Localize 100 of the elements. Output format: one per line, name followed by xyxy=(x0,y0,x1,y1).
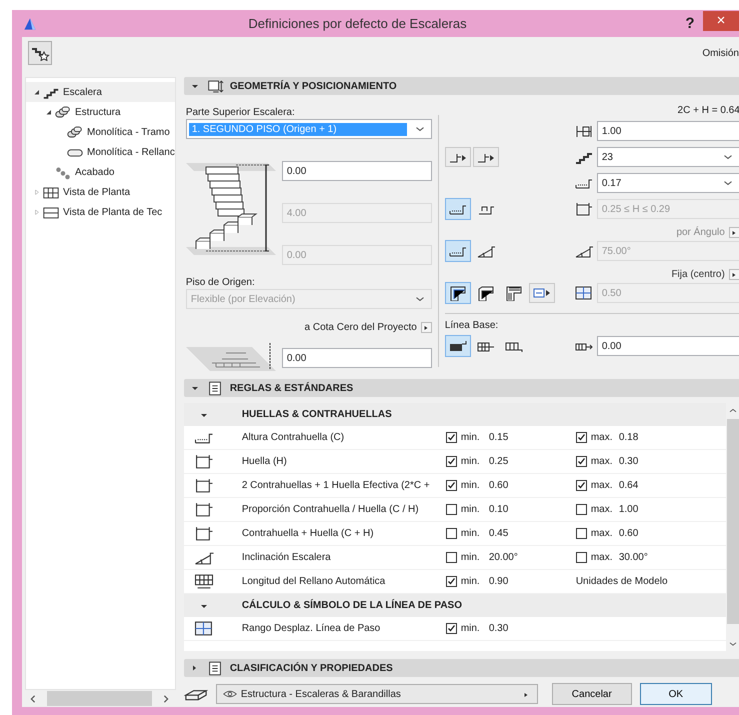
field-label: Línea Base: xyxy=(444,320,500,333)
preset-label: Omisión xyxy=(702,48,739,58)
cancel-button[interactable]: Cancelar xyxy=(552,683,632,705)
checkbox[interactable] xyxy=(576,432,587,443)
checkbox[interactable] xyxy=(576,504,587,515)
step-icon xyxy=(574,201,594,217)
tree-item[interactable]: Vista de Planta de Tec xyxy=(26,202,175,222)
arrow-button[interactable] xyxy=(728,226,739,238)
limit-value: 0.30 xyxy=(488,623,508,634)
close-button[interactable]: × xyxy=(703,10,739,30)
limit-value: 0.30 xyxy=(618,456,638,467)
input-field[interactable]: 0.00 xyxy=(282,161,432,181)
rule-label: Inclinación Escalera xyxy=(242,552,332,563)
input-field[interactable]: 0.00 xyxy=(282,348,432,368)
limit-value: 0.60 xyxy=(488,480,508,491)
rule-label: Contrahuella + Huella (C + H) xyxy=(242,528,375,539)
checkbox[interactable] xyxy=(446,504,457,515)
group-header[interactable]: HUELLAS & CONTRAHUELLAS xyxy=(184,403,726,426)
checkbox[interactable] xyxy=(446,456,457,467)
tree-item[interactable]: Monolítica - Tramo xyxy=(26,122,175,142)
checkbox[interactable] xyxy=(446,432,457,443)
group-title: CÁLCULO & SÍMBOLO DE LA LÍNEA DE PASO xyxy=(242,600,462,611)
tree-label: Monolítica - Rellanc xyxy=(87,146,175,158)
limit-value: 0.90 xyxy=(488,576,508,587)
tiles-icon xyxy=(192,620,215,637)
baseline-icon xyxy=(448,338,468,354)
grid-icon xyxy=(42,184,60,200)
toggle-button[interactable] xyxy=(444,335,471,357)
checkbox[interactable] xyxy=(446,480,457,491)
limit-label: max. xyxy=(590,504,614,515)
checkbox[interactable] xyxy=(446,623,457,634)
limit-label: min. xyxy=(460,552,481,563)
chain-icon xyxy=(54,164,72,180)
checkbox[interactable] xyxy=(446,552,457,563)
checkbox[interactable] xyxy=(576,480,587,491)
rule-label: Longitud del Rellano Automática xyxy=(242,576,386,587)
limit-value: 0.25 xyxy=(488,456,508,467)
dropdown[interactable]: 0.17 xyxy=(596,173,739,193)
limit-value: 0.64 xyxy=(618,480,638,491)
limit-value: 0.18 xyxy=(618,432,638,443)
rule-label: Altura Contrahuella (C) xyxy=(242,432,346,443)
limit-value: 0.15 xyxy=(488,432,508,443)
limit-value: 20.00° xyxy=(488,552,518,563)
checkbox[interactable] xyxy=(446,528,457,539)
step-button[interactable] xyxy=(472,147,499,167)
input-field[interactable]: 0.00 xyxy=(596,336,739,356)
window-title: Definiciones por defecto de Escaleras xyxy=(247,16,468,31)
width-icon xyxy=(574,123,594,139)
grid-icon xyxy=(192,573,215,590)
section-title: CLASIFICACIÓN Y PROPIEDADES xyxy=(230,662,393,674)
ok-button[interactable]: OK xyxy=(640,683,712,705)
dropdown[interactable]: 23 xyxy=(596,147,739,167)
input-field[interactable]: 1.00 xyxy=(596,121,739,141)
tree-item[interactable]: Estructura xyxy=(26,102,175,122)
mode-label: por Ángulo xyxy=(676,226,725,238)
limit-value: 30.00° xyxy=(618,552,648,563)
checkbox[interactable] xyxy=(576,552,587,563)
tree-item[interactable]: Acabado xyxy=(26,162,175,182)
group-title: HUELLAS & CONTRAHUELLAS xyxy=(242,409,392,420)
field-label: Piso de Origen: xyxy=(186,276,256,289)
checkbox[interactable] xyxy=(576,456,587,467)
limit-label: min. xyxy=(460,456,481,467)
limit-label: min. xyxy=(460,623,481,634)
limit-label: min. xyxy=(460,576,481,587)
toggle-button[interactable] xyxy=(444,240,471,262)
limit-value: 0.10 xyxy=(488,504,508,515)
tree-item[interactable]: Vista de Planta xyxy=(26,182,175,202)
limit-label: max. xyxy=(590,432,614,443)
tree-item[interactable]: Monolítica - Rellanc xyxy=(26,142,175,162)
section-title: GEOMETRÍA Y POSICIONAMIENTO xyxy=(230,80,397,92)
checkbox[interactable] xyxy=(446,576,457,587)
toggle-button[interactable] xyxy=(444,198,471,220)
help-button[interactable]: ? xyxy=(677,15,703,32)
arrow-button[interactable] xyxy=(420,322,432,332)
section-header[interactable]: CLASIFICACIÓN Y PROPIEDADES xyxy=(184,659,739,677)
toggle-button[interactable] xyxy=(444,282,471,304)
unit-label: Unidades de Modelo xyxy=(576,576,669,587)
field-label: a Cota Cero del Proyecto xyxy=(304,322,417,332)
arrow-button[interactable] xyxy=(728,268,739,280)
rule-label: Huella (H) xyxy=(242,456,288,467)
tree-item[interactable]: Escalera xyxy=(26,82,175,102)
layer-dropdown[interactable]: Estructura - Escaleras & Barandillas xyxy=(216,684,538,704)
panel-icon xyxy=(206,78,224,94)
section-title: REGLAS & ESTÁNDARES xyxy=(230,382,354,394)
mode-label: Fija (centro) xyxy=(671,268,725,280)
section-header[interactable]: REGLAS & ESTÁNDARES xyxy=(184,379,739,397)
limit-label: min. xyxy=(460,432,481,443)
limit-label: min. xyxy=(460,480,481,491)
step-button[interactable] xyxy=(444,147,471,167)
limit-label: max. xyxy=(590,528,614,539)
rule-label: Proporción Contrahuella / Huella (C / H) xyxy=(242,504,420,515)
panel-icon xyxy=(42,204,60,220)
rule-label: 2 Contrahuellas + 1 Huella Efectiva (2*C + xyxy=(242,480,431,491)
section-header[interactable]: GEOMETRÍA Y POSICIONAMIENTO xyxy=(184,77,739,95)
group-header[interactable]: CÁLCULO & SÍMBOLO DE LA LÍNEA DE PASO xyxy=(184,594,726,617)
checkbox[interactable] xyxy=(576,528,587,539)
walkline-menu-button[interactable] xyxy=(528,283,555,303)
walkline-icon xyxy=(448,285,468,301)
favorites-button[interactable] xyxy=(28,41,52,65)
rule-label: Rango Desplaz. Línea de Paso xyxy=(242,623,382,634)
